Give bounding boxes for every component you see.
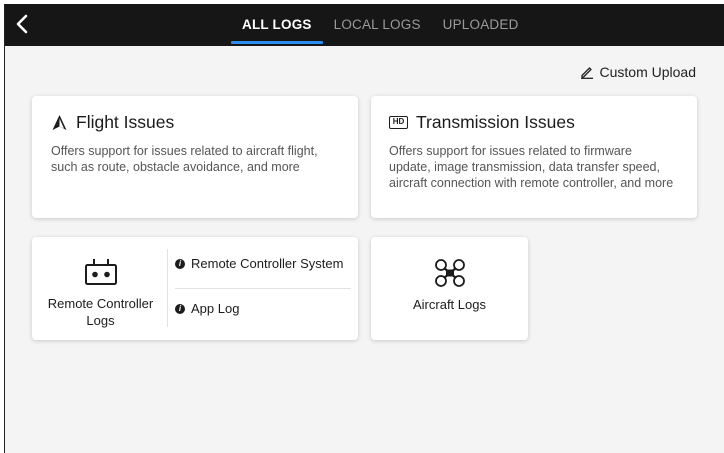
flight-issues-description: Offers support for issues related to air…	[51, 144, 318, 174]
horizontal-divider	[175, 288, 351, 289]
flight-issues-title-text: Flight Issues	[76, 112, 175, 132]
back-button[interactable]	[11, 12, 35, 36]
tab-local-logs[interactable]: LOCAL LOGS	[323, 4, 432, 46]
flight-issues-card[interactable]: Flight Issues Offers support for issues …	[32, 96, 358, 218]
app-log-item[interactable]: i App Log	[175, 301, 239, 316]
transmission-issues-card[interactable]: HD Transmission Issues Offers support fo…	[371, 96, 697, 218]
vertical-divider	[167, 249, 168, 327]
drone-icon	[434, 259, 465, 287]
remote-controller-icon	[84, 259, 117, 285]
transmission-issues-description: Offers support for issues related to fir…	[389, 144, 674, 190]
remote-controller-logs-label: Remote Controller Logs	[47, 296, 154, 328]
tab-uploaded[interactable]: UPLOADED	[432, 4, 530, 46]
remote-controller-system-item[interactable]: i Remote Controller System	[175, 256, 343, 271]
remote-controller-system-label: Remote Controller System	[191, 256, 344, 271]
app-log-label: App Log	[191, 301, 240, 316]
app-frame: ALL LOGS LOCAL LOGS UPLOADED Custom Uplo…	[4, 4, 724, 453]
aircraft-arrow-icon	[52, 115, 67, 130]
pencil-icon	[580, 67, 593, 79]
remote-controller-logs-button[interactable]: Remote Controller Logs	[32, 237, 169, 341]
custom-upload-label: Custom Upload	[599, 64, 697, 80]
transmission-issues-title: HD Transmission Issues	[389, 112, 677, 133]
log-tabs: ALL LOGS LOCAL LOGS UPLOADED	[231, 4, 530, 46]
info-icon: i	[175, 303, 185, 314]
top-bar: ALL LOGS LOCAL LOGS UPLOADED	[5, 4, 724, 46]
flight-issues-title: Flight Issues	[51, 112, 338, 133]
tab-all-logs[interactable]: ALL LOGS	[231, 4, 323, 46]
aircraft-logs-card[interactable]: Aircraft Logs	[371, 237, 528, 340]
transmission-issues-title-text: Transmission Issues	[416, 112, 575, 132]
chevron-left-icon	[16, 14, 28, 34]
aircraft-logs-label: Aircraft Logs	[413, 297, 486, 312]
hd-icon: HD	[389, 116, 408, 129]
info-icon: i	[175, 258, 185, 269]
custom-upload-button[interactable]: Custom Upload	[580, 64, 697, 80]
remote-controller-card: Remote Controller Logs i Remote Controll…	[32, 237, 358, 340]
